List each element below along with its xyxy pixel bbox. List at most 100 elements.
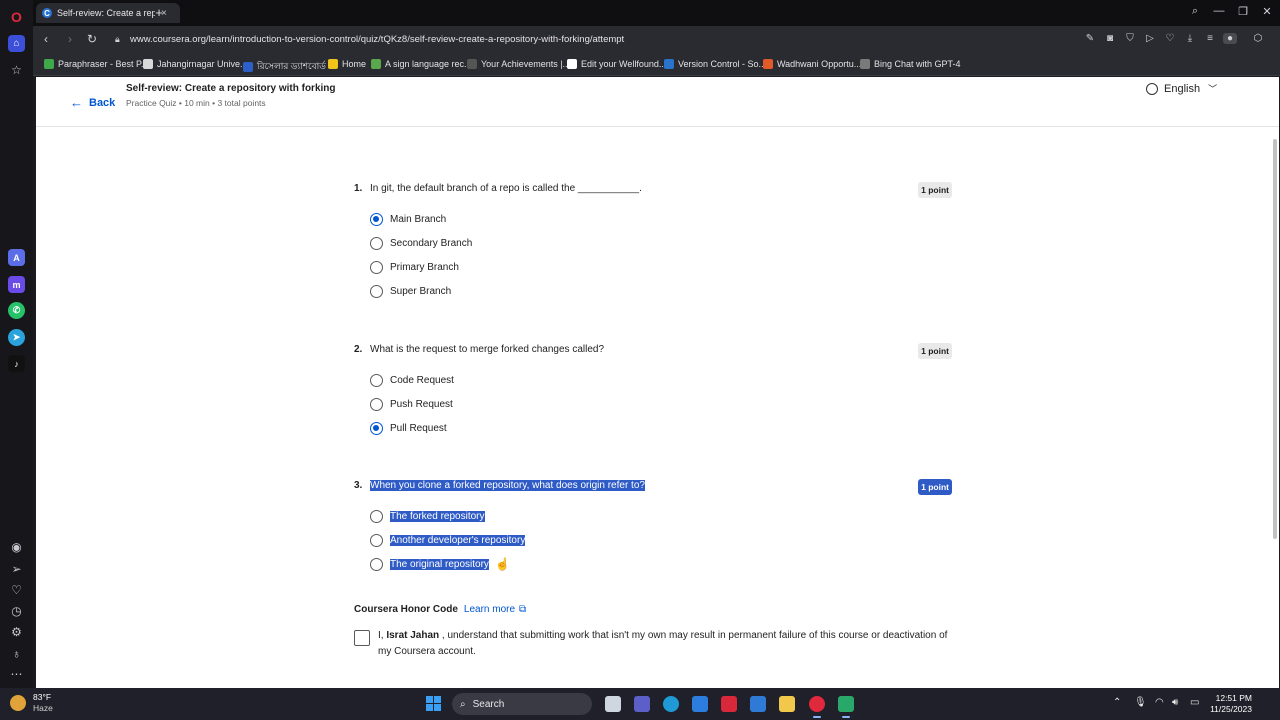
option-pull-request[interactable]: Pull Request <box>354 416 952 440</box>
close-window-icon[interactable]: ✕ <box>1259 5 1275 18</box>
new-tab-button[interactable]: + <box>152 5 166 20</box>
honor-code-title: Coursera Honor Code <box>354 604 458 615</box>
app-red-icon[interactable] <box>721 696 737 712</box>
radio[interactable] <box>370 509 383 523</box>
option-main-branch[interactable]: Main Branch <box>354 207 952 231</box>
back-label: Back <box>89 96 116 109</box>
radio[interactable] <box>370 236 383 250</box>
task-view-icon[interactable] <box>605 696 621 712</box>
battery-icon[interactable]: ▭ <box>1190 697 1199 708</box>
player-icon[interactable]: ◉ <box>8 538 25 555</box>
mail-icon[interactable] <box>750 696 766 712</box>
tab-title: Self-review: Create a repo <box>57 8 155 18</box>
points-badge: 1 point <box>918 479 952 495</box>
option-another-developer-repository[interactable]: Another developer's repository <box>354 528 952 552</box>
question-3: 3. When you clone a forked repository, w… <box>354 476 952 576</box>
profile-icon[interactable]: ● <box>1223 33 1237 44</box>
question-number: 1. <box>354 183 363 194</box>
opera-icon[interactable] <box>809 696 825 718</box>
wifi-icon[interactable]: ◠ <box>1155 697 1164 708</box>
teams-icon[interactable] <box>634 696 650 712</box>
menu-icon[interactable]: ≡ <box>1203 33 1217 44</box>
scroll-thumb[interactable] <box>1273 139 1277 539</box>
bookmark-item[interactable]: রিসেলার ড্যাশবোর্ড <box>243 59 326 74</box>
whatsapp-icon[interactable]: ✆ <box>8 302 25 319</box>
chevron-down-icon: ﹀ <box>1208 84 1218 94</box>
system-clock[interactable]: 12:51 PM 11/25/2023 <box>1208 693 1252 715</box>
shield-icon[interactable]: ⛉ <box>1123 33 1137 44</box>
option-push-request[interactable]: Push Request <box>354 392 952 416</box>
file-explorer-icon[interactable] <box>779 696 795 712</box>
radio-selected[interactable] <box>370 212 383 226</box>
back-nav-icon[interactable]: ‹ <box>38 32 54 46</box>
option-super-branch[interactable]: Super Branch <box>354 279 952 303</box>
chevron-up-icon[interactable]: ⌃ <box>1113 697 1121 708</box>
bookmark-item[interactable]: Bing Chat with GPT-4 <box>860 59 961 69</box>
radio[interactable] <box>370 557 383 571</box>
option-forked-repository[interactable]: The forked repository <box>354 504 952 528</box>
option-original-repository[interactable]: The original repository ☝ <box>354 552 952 576</box>
taskbar-search[interactable]: ⌕ Search <box>452 693 592 715</box>
star-icon[interactable]: ☆ <box>8 61 25 78</box>
bookmark-label: Your Achievements |... <box>481 59 571 69</box>
honor-code-checkbox[interactable] <box>354 630 370 646</box>
vscode-icon[interactable] <box>838 696 854 718</box>
reload-icon[interactable]: ↻ <box>84 32 100 46</box>
bookmark-item[interactable]: Wadhwani Opportu... <box>763 59 861 69</box>
bookmark-item[interactable]: Paraphraser - Best P... <box>44 59 148 69</box>
edge-icon[interactable] <box>663 696 679 712</box>
radio[interactable] <box>370 260 383 274</box>
history-icon[interactable]: ◷ <box>8 602 25 619</box>
bookmark-favicon-icon <box>243 61 253 72</box>
minimize-icon[interactable]: — <box>1211 5 1227 17</box>
option-secondary-branch[interactable]: Secondary Branch <box>354 231 952 255</box>
bookmark-item[interactable]: Jahangirnagar Unive... <box>143 59 248 69</box>
option-code-request[interactable]: Code Request <box>354 368 952 392</box>
radio[interactable] <box>370 397 383 411</box>
aria-app-icon[interactable]: A <box>8 249 25 266</box>
messenger-icon[interactable]: m <box>8 276 25 293</box>
heart-icon[interactable]: ♡ <box>8 581 25 598</box>
telegram-icon[interactable]: ➤ <box>8 329 25 346</box>
url-field[interactable]: www.coursera.org/learn/introduction-to-v… <box>130 34 624 45</box>
weather-widget[interactable]: 83°F Haze <box>10 692 53 714</box>
microphone-icon[interactable]: 🎙︎ <box>1134 697 1147 708</box>
forward-nav-icon[interactable]: › <box>62 32 78 46</box>
honor-suffix: , understand that submitting work that i… <box>378 630 948 657</box>
windows-start-icon[interactable] <box>426 696 441 711</box>
volume-icon[interactable]: 🔊︎ <box>1172 697 1178 708</box>
learn-more-link[interactable]: Learn more <box>464 604 515 615</box>
bookmark-favicon-icon <box>763 59 773 69</box>
radio-selected[interactable] <box>370 421 383 435</box>
bookmark-item[interactable]: Your Achievements |... <box>467 59 570 69</box>
page-scrollbar[interactable] <box>1271 127 1279 688</box>
radio[interactable] <box>370 373 383 387</box>
language-selector[interactable]: English ﹀ <box>1146 82 1217 95</box>
extensions-icon[interactable]: ⬡ <box>1251 33 1265 44</box>
store-icon[interactable] <box>692 696 708 712</box>
radio[interactable] <box>370 533 383 547</box>
option-primary-branch[interactable]: Primary Branch <box>354 255 952 279</box>
bookmark-favicon-icon <box>44 59 54 69</box>
camera-icon[interactable]: ◙ <box>1103 33 1117 44</box>
send-icon[interactable]: ➢ <box>8 560 25 577</box>
play-icon[interactable]: ▷ <box>1143 33 1157 44</box>
radio[interactable] <box>370 284 383 298</box>
more-icon[interactable]: ⋯ <box>8 665 25 682</box>
bookmark-item[interactable]: A sign language rec... <box>371 59 472 69</box>
bookmark-item[interactable]: Version Control - So... <box>664 59 766 69</box>
opera-logo-icon[interactable]: O <box>8 8 25 25</box>
tiktok-icon[interactable]: ♪ <box>8 355 25 372</box>
bookmark-heart-icon[interactable]: ♡ <box>1163 33 1177 44</box>
back-button[interactable]: ← Back <box>70 95 115 110</box>
lightbulb-icon[interactable]: ♁ <box>8 645 25 662</box>
bookmark-item[interactable]: Home <box>328 59 366 69</box>
download-icon[interactable]: ⤓ <box>1183 33 1197 44</box>
bookmark-item[interactable]: Edit your Wellfound... <box>567 59 666 69</box>
option-label: Code Request <box>390 374 454 386</box>
edit-icon[interactable]: ✎ <box>1083 33 1097 44</box>
settings-icon[interactable]: ⚙ <box>8 623 25 640</box>
search-tabs-icon[interactable]: ⌕ <box>1187 5 1203 18</box>
home-icon[interactable]: ⌂ <box>8 35 25 52</box>
maximize-icon[interactable]: ❐ <box>1235 5 1251 18</box>
